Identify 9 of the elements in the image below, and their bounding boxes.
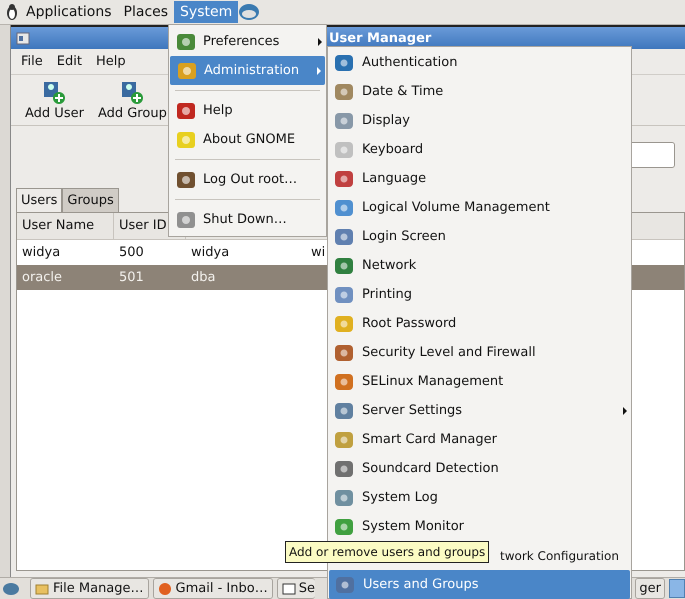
window-title: User Manager (329, 30, 432, 46)
table-cell-text: widya (190, 245, 230, 260)
table-cell-text: dba (190, 270, 216, 285)
table-cell-text: 500 (118, 245, 145, 260)
table-cell-text: oracle (21, 270, 64, 285)
tooltip: Add or remove users and groups (285, 541, 490, 563)
table-cell-text: 501 (118, 270, 145, 285)
table-cell-text: widya (21, 245, 62, 260)
table-cell-text: wi (310, 245, 326, 260)
